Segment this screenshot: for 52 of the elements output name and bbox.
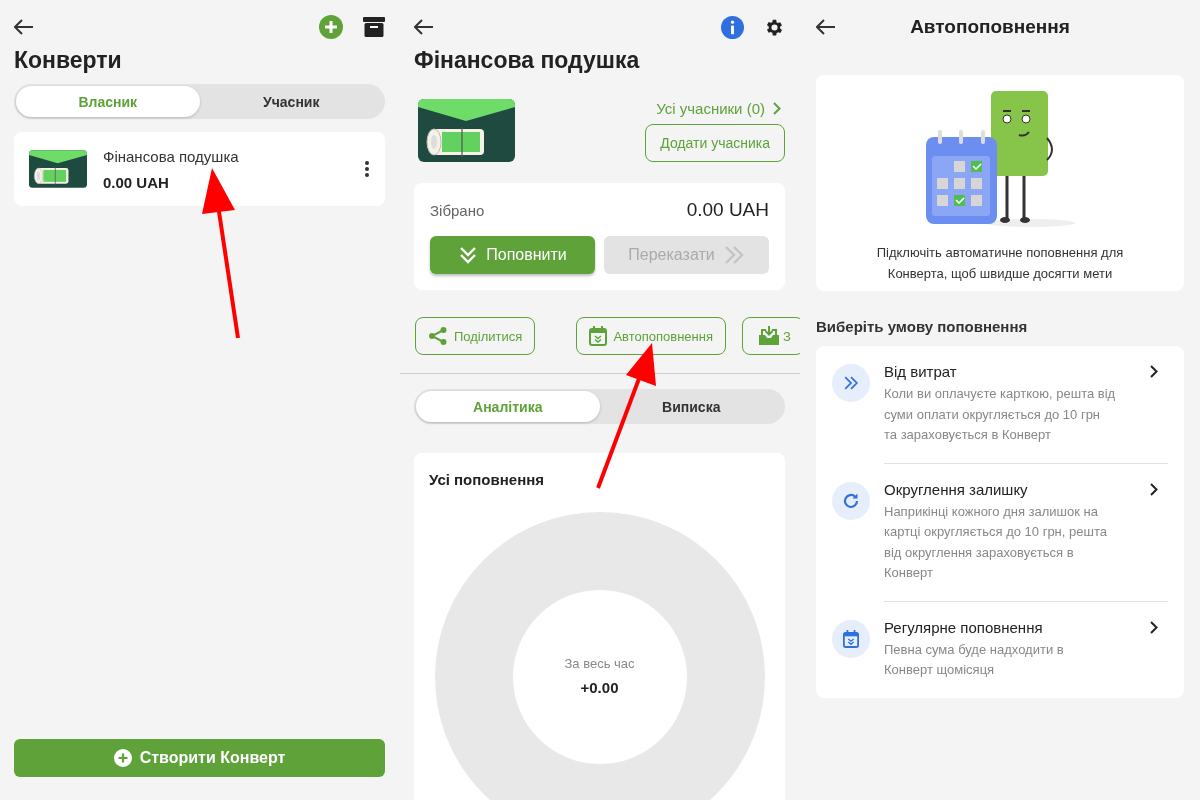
back-arrow-icon[interactable] [14, 19, 34, 35]
segment-tab[interactable]: Виписка [599, 391, 783, 422]
section-title: Виберіть умову поповнення [816, 318, 1029, 335]
chevron-right-icon [1150, 620, 1158, 634]
envelope-amount: 0.00 UAH [103, 173, 170, 191]
share-icon [428, 326, 448, 346]
more-options-icon[interactable] [365, 161, 369, 177]
action-button[interactable]: Поділитися [415, 317, 536, 355]
option-row[interactable]: Регулярне поповнення Певна сума буде надходити в Конверт щомісяця [832, 601, 1168, 698]
chevron-right-icon [773, 102, 781, 115]
option-title: Від витрат [884, 363, 957, 380]
refresh-icon [842, 491, 860, 510]
envelope-name: Фінансова подушка [103, 147, 240, 165]
calendar-icon [843, 629, 859, 648]
option-description: Наприкінці кожного дня залишок на картці округляється до 10 грн, решта від округлення зараховується в Конверт [884, 502, 1108, 582]
back-arrow-icon[interactable] [816, 19, 836, 35]
chart-title: Усі поповнення [429, 471, 545, 488]
action-button[interactable]: Поповнити [430, 236, 595, 274]
page-title: Автопоповнення [909, 16, 1071, 38]
inbox-download-icon [757, 326, 780, 346]
chart-caption: За весь час [564, 656, 635, 671]
add-icon[interactable] [319, 15, 343, 39]
envelope-card[interactable]: Фінансова подушка 0.00 UAH [14, 132, 385, 206]
collected-amount: 0.00 UAH [686, 199, 769, 221]
option-title: Округлення залишку [884, 480, 1028, 498]
add-icon [113, 749, 132, 767]
calendar-icon [589, 326, 608, 346]
option-row[interactable]: Від витрат Коли ви оплачуєте карткою, решта від суми оплати округляється до 10 грн та зараховується в Конверт [832, 346, 1168, 464]
envelope-money-drawing [29, 150, 87, 188]
option-title: Регулярне поповнення [884, 618, 1043, 636]
info-icon[interactable] [721, 15, 744, 39]
chart-total: +0.00 [580, 679, 619, 696]
double-chevron-right-icon [843, 375, 859, 391]
segment-tab[interactable]: Власник [16, 86, 200, 117]
intro-text: Підключіть автоматичне поповнення для Конверта, щоб швидше досягти мети [875, 244, 1125, 283]
option-row[interactable]: Округлення залишку Наприкінці кожного дня залишок на картці округляється до 10 грн, решта від округлення зараховується в Конверт [832, 463, 1168, 602]
option-description: Певна сума буде надходити в Конверт щомісяця [884, 640, 1065, 679]
all-members-link[interactable]: Усі учасники (0) [656, 100, 785, 117]
chevron-right-icon [1150, 365, 1158, 378]
double-chevron-down-icon [458, 245, 479, 265]
collected-label: Зібрано [430, 201, 485, 219]
chevron-right-icon [1150, 482, 1158, 496]
page-title: Конверти [14, 46, 123, 74]
segment-tab[interactable]: Учасник [199, 86, 383, 117]
page-title: Фінансова подушка [414, 46, 641, 74]
create-envelope-button[interactable]: Створити Конверт [14, 739, 385, 777]
double-chevron-right-icon [722, 245, 745, 265]
segment-tab[interactable]: Аналітика [416, 391, 600, 422]
add-member-button[interactable]: Додати учасника [645, 124, 785, 162]
archive-box-icon[interactable] [363, 17, 385, 37]
back-arrow-icon[interactable] [414, 19, 434, 35]
option-description: Коли ви оплачуєте карткою, решта від суми оплати округляється до 10 грн та зараховується в Конверт [884, 385, 1116, 444]
